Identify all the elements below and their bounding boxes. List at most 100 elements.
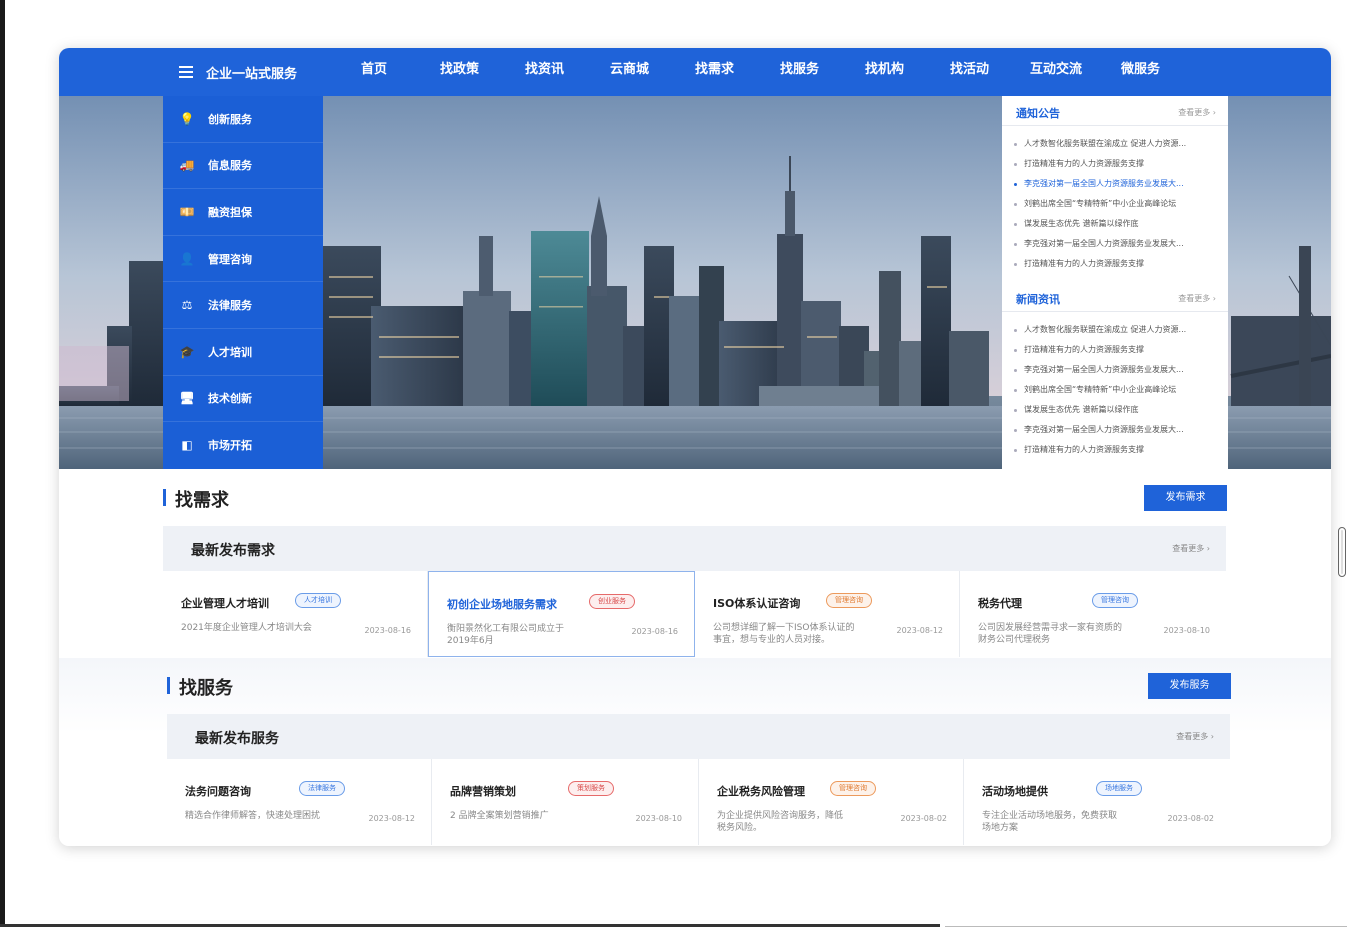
side-item-financing[interactable]: 💴 融资担保	[163, 189, 323, 236]
service-card[interactable]: 企业税务风险管理 管理咨询 为企业提供风险咨询服务，降低 税务风险。 2023-0…	[699, 759, 964, 845]
side-item-legal[interactable]: ⚖ 法律服务	[163, 282, 323, 329]
card-desc-line: 税务风险。	[717, 823, 763, 833]
card-desc-line: 2 品牌全案策划营销推广	[450, 811, 549, 821]
nav-item-institution[interactable]: 找机构	[865, 48, 904, 96]
side-item-label: 法律服务	[208, 299, 252, 313]
nav-item-policy[interactable]: 找政策	[440, 48, 479, 96]
demand-card[interactable]: 税务代理 管理咨询 公司因发展经营需寻求一家有资质的 财务公司代理税务 2023-…	[960, 571, 1226, 657]
card-date: 2023-08-02	[1167, 814, 1215, 823]
nav-item-micro-service[interactable]: 微服务	[1121, 48, 1160, 96]
card-title: 企业税务风险管理	[717, 785, 805, 798]
all-services-menu[interactable]: 企业一站式服务	[179, 48, 297, 96]
window-left-edge	[0, 0, 5, 927]
demand-card-highlighted[interactable]: 初创企业场地服务需求 创业服务 衡阳景然化工有限公司成立于 2019年6月 202…	[428, 571, 695, 657]
nav-item-activity[interactable]: 找活动	[950, 48, 989, 96]
category-tag: 管理咨询	[830, 781, 876, 796]
card-desc-line: 财务公司代理税务	[978, 635, 1051, 645]
demand-more-link[interactable]: 查看更多 ›	[1172, 543, 1210, 554]
side-item-label: 创新服务	[208, 112, 252, 126]
nav-item-information[interactable]: 找资讯	[525, 48, 564, 96]
card-title: 品牌营销策划	[450, 785, 516, 798]
service-category-menu: 💡 创新服务 🚚 信息服务 💴 融资担保 👤 管理咨询 ⚖ 法律服务 🎓 人才培训 🖥 技术创…	[163, 96, 323, 469]
nav-item-cloud-mall[interactable]: 云商城	[610, 48, 649, 96]
side-item-label: 管理咨询	[208, 252, 252, 266]
demand-section-title: 找需求	[175, 490, 229, 511]
card-desc-line: 场地方案	[982, 823, 1019, 833]
all-services-label: 企业一站式服务	[206, 66, 298, 82]
category-tag: 场地服务	[1096, 781, 1142, 796]
demand-card[interactable]: 企业管理人才培训 人才培训 2021年度企业管理人才培训大会 2023-08-1…	[163, 571, 428, 657]
side-item-innovation[interactable]: 💡 创新服务	[163, 96, 323, 143]
card-desc-line: 衡阳景然化工有限公司成立于	[447, 624, 565, 634]
page-scrollbar[interactable]	[1338, 527, 1346, 577]
nav-item-home[interactable]: 首页	[361, 48, 387, 96]
side-item-label: 信息服务	[208, 159, 252, 173]
publish-demand-button[interactable]: 发布需求	[1144, 485, 1227, 511]
card-date: 2023-08-12	[368, 814, 416, 823]
card-date: 2023-08-16	[631, 627, 679, 636]
publish-service-button[interactable]: 发布服务	[1148, 673, 1231, 699]
card-desc-line: 为企业提供风险咨询服务，降低	[717, 811, 844, 821]
card-desc-line: 精选合作律师解答，快速处理困扰	[185, 811, 321, 821]
news-item[interactable]: 李克强对第一届全国人力资源服务业发展大...	[1012, 420, 1222, 440]
section-accent-bar	[163, 489, 166, 506]
card-desc-line: 公司想详细了解一下ISO体系认证的	[713, 623, 855, 633]
category-tag: 法律服务	[299, 781, 345, 796]
hamburger-menu-icon	[179, 66, 193, 78]
news-item[interactable]: 刘鹤出席全国“专精特新”中小企业高峰论坛	[1012, 380, 1222, 400]
card-date: 2023-08-10	[1163, 626, 1211, 635]
service-card[interactable]: 法务问题咨询 法律服务 精选合作律师解答，快速处理困扰 2023-08-12	[167, 759, 432, 845]
notice-more-link[interactable]: 查看更多 ›	[1178, 107, 1216, 118]
card-desc-line: 事宜，想与专业的人员对接。	[713, 635, 831, 645]
side-item-label: 融资担保	[208, 205, 252, 219]
notice-item[interactable]: 李克强对第一届全国人力资源服务业发展大...	[1012, 234, 1222, 254]
page-mockup-frame: 企业一站式服务 首页 找政策 找资讯 云商城 找需求 找服务 找机构 找活动 互…	[59, 48, 1331, 846]
category-tag: 创业服务	[589, 594, 635, 609]
card-description: 2021年度企业管理人才培训大会	[181, 622, 312, 634]
category-tag: 管理咨询	[1092, 593, 1138, 608]
service-more-link[interactable]: 查看更多 ›	[1176, 731, 1214, 742]
side-item-consulting[interactable]: 👤 管理咨询	[163, 236, 323, 283]
card-description: 2 品牌全案策划营销推广	[450, 810, 549, 822]
top-navigation: 企业一站式服务 首页 找政策 找资讯 云商城 找需求 找服务 找机构 找活动 互…	[59, 48, 1331, 96]
notice-item[interactable]: 谋发展生态优先 谱新篇以绿作底	[1012, 214, 1222, 234]
latest-service-title: 最新发布服务	[195, 731, 279, 747]
user-gear-icon: 👤	[179, 251, 195, 266]
side-item-label: 人才培训	[208, 345, 252, 359]
card-title: 税务代理	[978, 597, 1022, 610]
news-title: 新闻资讯	[1016, 293, 1060, 306]
nav-item-service[interactable]: 找服务	[780, 48, 819, 96]
news-item[interactable]: 人才数智化服务联盟在渝成立 促进人力资源...	[1012, 320, 1222, 340]
card-date: 2023-08-10	[635, 814, 683, 823]
news-item[interactable]: 谋发展生态优先 谱新篇以绿作底	[1012, 400, 1222, 420]
lightbulb-icon: 💡	[179, 111, 195, 126]
news-item[interactable]: 打造精准有力的人力资源服务支撑	[1012, 340, 1222, 360]
service-card[interactable]: 活动场地提供 场地服务 专注企业活动场地服务，免费获取 场地方案 2023-08-…	[964, 759, 1230, 845]
card-description: 精选合作律师解答，快速处理困扰	[185, 810, 320, 822]
category-tag: 人才培训	[295, 593, 341, 608]
service-card[interactable]: 品牌营销策划 策划服务 2 品牌全案策划营销推广 2023-08-10	[432, 759, 699, 845]
latest-demand-header: 最新发布需求 查看更多 ›	[163, 526, 1226, 571]
notice-item-active[interactable]: 李克强对第一届全国人力资源服务业发展大...	[1012, 174, 1222, 194]
card-date: 2023-08-12	[896, 626, 944, 635]
side-item-tech-innovation[interactable]: 🖥 技术创新	[163, 376, 323, 423]
demand-card[interactable]: ISO体系认证咨询 管理咨询 公司想详细了解一下ISO体系认证的 事宜，想与专业的…	[695, 571, 960, 657]
notice-title: 通知公告	[1016, 107, 1060, 120]
news-item[interactable]: 打造精准有力的人力资源服务支撑	[1012, 440, 1222, 460]
side-item-information[interactable]: 🚚 信息服务	[163, 143, 323, 190]
news-item[interactable]: 李克强对第一届全国人力资源服务业发展大...	[1012, 360, 1222, 380]
card-description: 公司因发展经营需寻求一家有资质的 财务公司代理税务	[978, 622, 1122, 646]
card-title: 企业管理人才培训	[181, 597, 269, 610]
news-more-link[interactable]: 查看更多 ›	[1178, 293, 1216, 304]
notice-item[interactable]: 人才数智化服务联盟在渝成立 促进人力资源...	[1012, 134, 1222, 154]
card-title: 法务问题咨询	[185, 785, 251, 798]
nav-item-demand[interactable]: 找需求	[695, 48, 734, 96]
notice-item[interactable]: 刘鹤出席全国“专精特新”中小企业高峰论坛	[1012, 194, 1222, 214]
notice-item[interactable]: 打造精准有力的人力资源服务支撑	[1012, 154, 1222, 174]
card-description: 为企业提供风险咨询服务，降低 税务风险。	[717, 810, 843, 834]
side-item-label: 市场开拓	[208, 439, 252, 453]
side-item-market[interactable]: ◧ 市场开拓	[163, 422, 323, 469]
nav-item-interaction[interactable]: 互动交流	[1030, 48, 1082, 96]
notice-item[interactable]: 打造精准有力的人力资源服务支撑	[1012, 254, 1222, 274]
side-item-training[interactable]: 🎓 人才培训	[163, 329, 323, 376]
